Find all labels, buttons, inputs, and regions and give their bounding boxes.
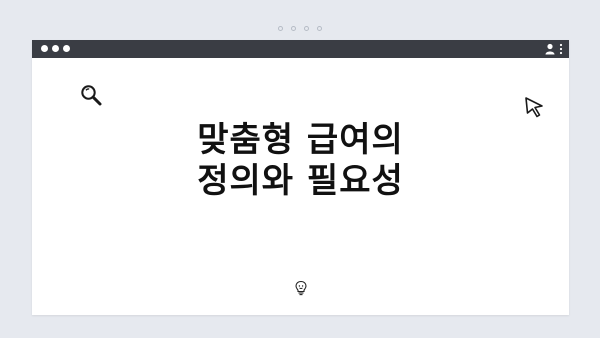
search-icon[interactable] [79, 83, 103, 107]
pagination-dot[interactable] [317, 26, 322, 31]
user-icon[interactable] [545, 43, 555, 55]
headline-line-1: 맞춤형 급여의 [197, 120, 404, 160]
window-titlebar [32, 40, 569, 58]
window-control-dot[interactable] [63, 45, 70, 52]
cursor-arrow-icon [524, 96, 546, 118]
window-control-dot[interactable] [52, 45, 59, 52]
browser-window: 맞춤형 급여의 정의와 필요성 [32, 40, 569, 315]
lightbulb-icon [294, 280, 308, 296]
headline-line-2: 정의와 필요성 [197, 161, 404, 201]
kebab-menu-icon[interactable] [559, 43, 563, 55]
pagination-dot[interactable] [278, 26, 283, 31]
pagination-dots [278, 26, 322, 31]
pagination-dot[interactable] [304, 26, 309, 31]
window-control-dot[interactable] [41, 45, 48, 52]
titlebar-actions [545, 43, 563, 55]
canvas: 맞춤형 급여의 정의와 필요성 [0, 0, 600, 338]
window-controls [41, 45, 70, 52]
page-headline: 맞춤형 급여의 정의와 필요성 [32, 120, 569, 202]
pagination-dot[interactable] [291, 26, 296, 31]
